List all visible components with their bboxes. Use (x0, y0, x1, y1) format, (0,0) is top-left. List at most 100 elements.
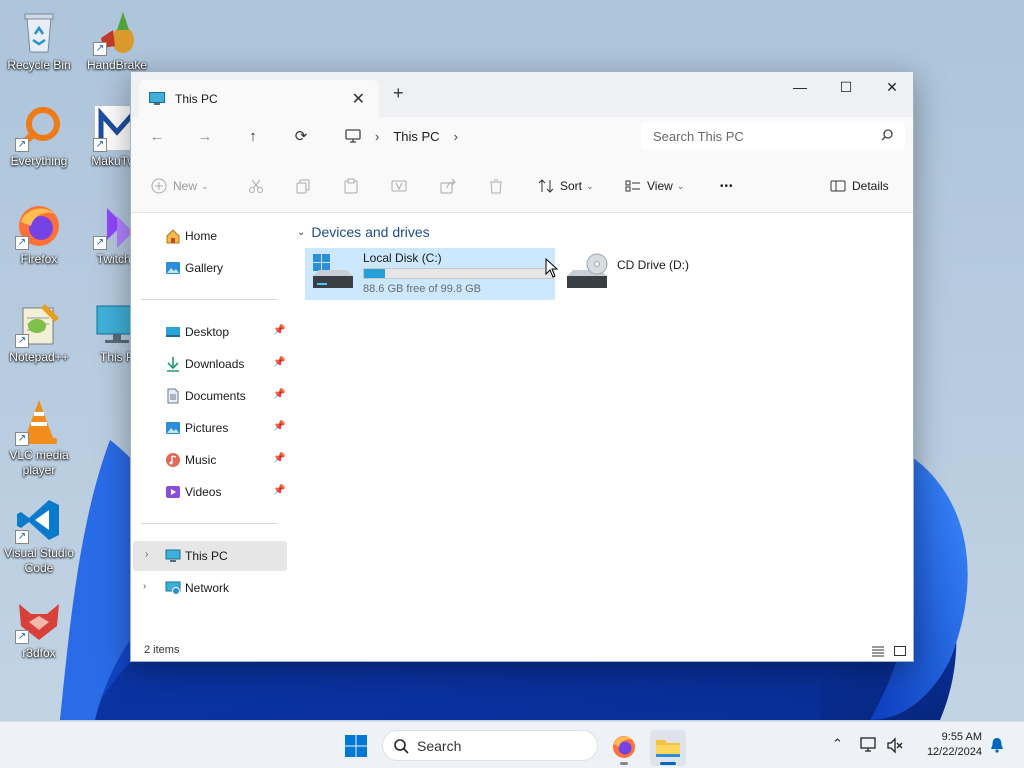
title-bar[interactable]: This PC ✕ + — ☐ ✕ (131, 72, 913, 117)
nav-item-pictures[interactable]: Pictures 📌 (131, 413, 291, 443)
drive-name: CD Drive (D:) (617, 258, 689, 272)
vscode-icon: ↗ (15, 496, 63, 544)
command-bar: New ⌄ Sort ⌄ View ⌄ ••• Details (131, 157, 913, 213)
shortcut-arrow-icon: ↗ (93, 138, 107, 152)
new-button[interactable]: New ⌄ (151, 177, 209, 195)
nav-item-documents[interactable]: Documents 📌 (131, 381, 291, 411)
chevron-right-icon[interactable]: › (145, 549, 148, 560)
desktop-icon-recycle-bin[interactable]: Recycle Bin (0, 8, 78, 73)
nav-item-music[interactable]: Music 📌 (131, 445, 291, 475)
pin-icon[interactable]: 📌 (273, 325, 285, 336)
tab-title: This PC (175, 91, 218, 106)
breadcrumb-this-pc[interactable]: This PC (393, 129, 439, 144)
shortcut-arrow-icon: ↗ (15, 432, 29, 446)
chevron-right-icon[interactable]: › (375, 129, 379, 144)
tab-this-pc[interactable]: This PC ✕ (139, 80, 379, 117)
this-pc-icon (165, 549, 181, 562)
details-pane-icon (830, 180, 846, 192)
desktop-icon-r3dfox[interactable]: ↗ r3dfox (0, 596, 78, 661)
nav-item-label: Music (185, 453, 217, 467)
shortcut-arrow-icon: ↗ (15, 630, 29, 644)
details-pane-button[interactable]: Details (830, 177, 889, 195)
group-header-devices[interactable]: ⌄ Devices and drives (297, 224, 430, 240)
drive-local-disk-c[interactable]: Local Disk (C:) 88.6 GB free of 99.8 GB (305, 248, 555, 300)
desktop-icon-handbrake[interactable]: ↗ HandBrake (78, 8, 156, 73)
notification-bell-icon[interactable] (990, 737, 1004, 753)
forward-button[interactable]: → (195, 127, 215, 147)
desktop-icon-label: Visual Studio Code (4, 546, 74, 575)
nav-item-this-pc[interactable]: › This PC (133, 541, 287, 571)
share-button[interactable] (440, 177, 462, 195)
refresh-button[interactable]: ⟳ (291, 127, 311, 147)
pin-icon[interactable]: 📌 (273, 485, 285, 496)
shortcut-arrow-icon: ↗ (15, 334, 29, 348)
rename-button[interactable] (391, 177, 413, 195)
nav-item-videos[interactable]: Videos 📌 (131, 477, 291, 507)
new-tab-button[interactable]: + (393, 83, 404, 104)
file-explorer-icon (656, 740, 680, 757)
desktop-icon-label: r3dfox (22, 646, 56, 660)
paste-button[interactable] (343, 177, 365, 195)
nav-item-label: Downloads (185, 357, 245, 371)
volume-muted-icon[interactable] (886, 737, 904, 755)
show-hidden-icons-chevron-up-icon[interactable]: ⌃ (832, 736, 843, 752)
chevron-right-icon[interactable]: › (454, 129, 458, 144)
minimize-button[interactable]: — (777, 72, 823, 102)
maximize-button[interactable]: ☐ (823, 72, 869, 102)
chevron-down-icon: ⌄ (586, 180, 594, 191)
shortcut-arrow-icon: ↗ (93, 42, 107, 56)
details-view-icon[interactable] (871, 644, 885, 658)
desktop-icon-vlc[interactable]: ↗ VLC media player (0, 398, 78, 478)
search-input[interactable]: Search This PC (641, 122, 905, 150)
close-window-button[interactable]: ✕ (869, 72, 915, 102)
pin-icon[interactable]: 📌 (273, 421, 285, 432)
back-button[interactable]: ← (147, 127, 167, 147)
search-icon (881, 129, 893, 141)
view-button[interactable]: View ⌄ (625, 177, 684, 195)
nav-item-network[interactable]: › Network (131, 573, 291, 603)
network-status-icon[interactable] (860, 736, 878, 754)
address-bar: ← → ↑ ⟳ › This PC › Search This PC (131, 117, 913, 157)
system-clock[interactable]: 9:55 AM 12/22/2024 (912, 730, 982, 760)
pin-icon[interactable]: 📌 (273, 453, 285, 464)
shortcut-arrow-icon: ↗ (93, 236, 107, 250)
nav-item-gallery[interactable]: Gallery (131, 253, 291, 283)
firefox-icon (613, 736, 635, 758)
taskbar-firefox[interactable] (606, 730, 642, 766)
taskbar-file-explorer[interactable] (650, 730, 686, 766)
share-icon (440, 178, 456, 194)
pin-icon[interactable]: 📌 (273, 357, 285, 368)
nav-item-desktop[interactable]: Desktop 📌 (131, 317, 291, 347)
delete-button[interactable] (488, 177, 510, 195)
desktop-icon-vscode[interactable]: ↗ Visual Studio Code (0, 496, 78, 576)
breadcrumb[interactable]: › This PC › (333, 122, 633, 150)
nav-item-downloads[interactable]: Downloads 📌 (131, 349, 291, 379)
nav-divider (141, 299, 277, 300)
cd-drive-icon (567, 253, 608, 288)
nav-item-label: Gallery (185, 261, 224, 275)
firefox-icon: ↗ (15, 202, 63, 250)
chevron-right-icon[interactable]: › (143, 581, 146, 592)
nav-item-home[interactable]: Home (131, 221, 291, 251)
more-options-button[interactable]: ••• (720, 177, 734, 195)
status-bar: 2 items (131, 641, 913, 661)
copy-button[interactable] (295, 177, 317, 195)
desktop-icon-label: Recycle Bin (7, 58, 71, 72)
start-button[interactable] (344, 734, 368, 758)
sort-button[interactable]: Sort ⌄ (538, 177, 594, 195)
pin-icon[interactable]: 📌 (273, 389, 285, 400)
up-button[interactable]: ↑ (243, 127, 263, 147)
large-icons-view-icon[interactable] (893, 644, 907, 658)
close-tab-button[interactable]: ✕ (352, 89, 365, 109)
desktop-icon-notepadpp[interactable]: ↗ Notepad++ (0, 300, 78, 365)
windows-drive-icon (313, 254, 353, 288)
nav-item-label: Documents (185, 389, 246, 403)
desktop-icon-everything[interactable]: ↗ Everything (0, 104, 78, 169)
chevron-down-icon: ⌄ (297, 226, 306, 238)
cut-button[interactable] (248, 177, 270, 195)
details-label: Details (852, 179, 889, 193)
nav-divider (141, 523, 277, 524)
taskbar-search-box[interactable]: Search (382, 730, 598, 761)
desktop-icon-firefox[interactable]: ↗ Firefox (0, 202, 78, 267)
drive-cd-drive-d[interactable]: CD Drive (D:) (559, 248, 739, 300)
